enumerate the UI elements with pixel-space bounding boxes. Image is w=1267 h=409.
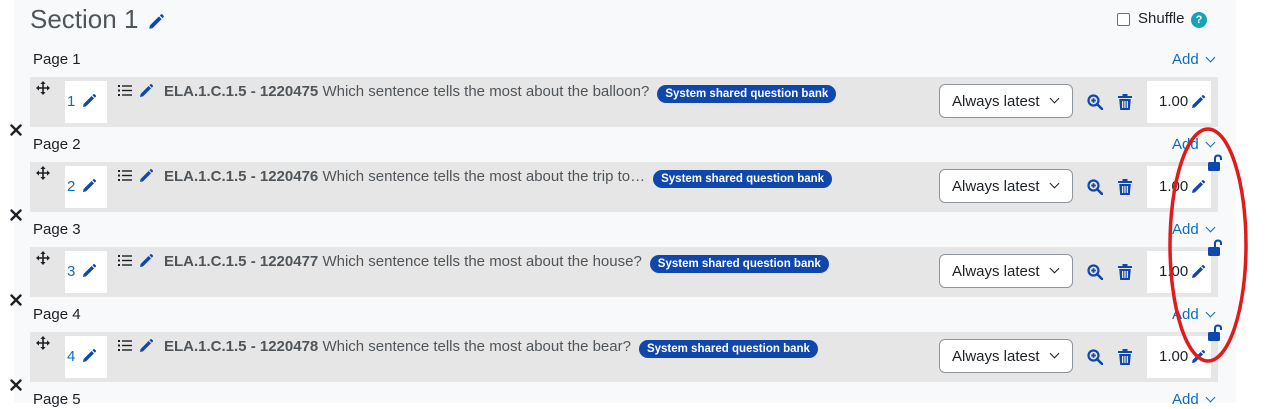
move-icon[interactable] (36, 251, 50, 265)
question-bank-badge: System shared question bank (649, 255, 829, 273)
version-select[interactable]: Always latest (939, 169, 1073, 203)
question-code: ELA.1.C.1.5 - 1220475 (164, 83, 319, 100)
trash-icon[interactable] (1118, 179, 1132, 195)
edit-question-icon[interactable] (138, 253, 154, 269)
page-label: Page 2 (33, 136, 81, 153)
question-text[interactable]: ELA.1.C.1.5 - 1220477 Which sentence tel… (164, 253, 642, 271)
section-title: Section 1 (30, 4, 139, 34)
list-icon (118, 340, 132, 351)
list-icon (118, 255, 132, 266)
add-menu-label: Add (1172, 51, 1199, 68)
edit-max-mark-icon[interactable] (1190, 94, 1206, 110)
list-icon (118, 170, 132, 181)
preview-icon[interactable] (1087, 94, 1103, 110)
remove-page-break-icon[interactable] (10, 124, 22, 136)
preview-icon[interactable] (1087, 264, 1103, 280)
version-select[interactable]: Always latest (939, 254, 1073, 288)
add-menu-label: Add (1172, 391, 1199, 408)
red-annotation-ellipse (1168, 127, 1248, 363)
edit-question-icon[interactable] (138, 168, 154, 184)
question-name: Which sentence tells the most about the … (322, 168, 646, 185)
chevron-down-icon (1049, 93, 1060, 104)
question-name: Which sentence tells the most about the … (322, 338, 631, 355)
trash-icon[interactable] (1118, 349, 1132, 365)
question-name: Which sentence tells the most about the … (322, 253, 642, 270)
move-icon[interactable] (36, 336, 50, 350)
version-select-value: Always latest (952, 263, 1040, 280)
remove-page-break-icon[interactable] (10, 209, 22, 221)
trash-icon[interactable] (1118, 264, 1132, 280)
edit-section-title-icon[interactable] (147, 13, 165, 31)
edit-slot-number-icon[interactable] (81, 93, 97, 109)
chevron-down-icon (1205, 52, 1216, 63)
preview-icon[interactable] (1087, 349, 1103, 365)
shuffle-label: Shuffle (1138, 10, 1185, 27)
edit-slot-number-icon[interactable] (81, 263, 97, 279)
version-select-value: Always latest (952, 348, 1040, 365)
question-code: ELA.1.C.1.5 - 1220476 (164, 168, 319, 185)
list-icon (118, 85, 132, 96)
question-bank-badge: System shared question bank (638, 340, 818, 358)
version-select-value: Always latest (952, 178, 1040, 195)
add-menu-link[interactable]: Add (1172, 51, 1216, 69)
page-label: Page 1 (33, 51, 81, 68)
slot-number: 1 (67, 93, 76, 110)
version-select-value: Always latest (952, 93, 1040, 110)
preview-icon[interactable] (1087, 179, 1103, 195)
edit-question-icon[interactable] (138, 338, 154, 354)
version-select[interactable]: Always latest (939, 339, 1073, 373)
slot-number: 4 (67, 348, 76, 365)
trash-icon[interactable] (1118, 94, 1132, 110)
chevron-down-icon (1049, 178, 1060, 189)
max-mark-value: 1.00 (1159, 93, 1189, 110)
shuffle-checkbox[interactable] (1117, 13, 1130, 26)
question-name: Which sentence tells the most about the … (322, 83, 650, 100)
chevron-down-icon (1049, 263, 1060, 274)
question-code: ELA.1.C.1.5 - 1220477 (164, 253, 319, 270)
slot-number: 3 (67, 263, 76, 280)
question-bank-badge: System shared question bank (657, 85, 837, 103)
edit-question-icon[interactable] (138, 83, 154, 99)
question-text[interactable]: ELA.1.C.1.5 - 1220478 Which sentence tel… (164, 338, 631, 356)
max-mark-box[interactable]: 1.00 (1147, 81, 1211, 123)
question-bank-badge: System shared question bank (653, 170, 833, 188)
chevron-down-icon (1049, 348, 1060, 359)
move-icon[interactable] (36, 81, 50, 95)
page-label: Page 3 (33, 221, 81, 238)
version-select[interactable]: Always latest (939, 84, 1073, 118)
question-text[interactable]: ELA.1.C.1.5 - 1220475 Which sentence tel… (164, 83, 649, 101)
help-icon[interactable]: ? (1191, 12, 1207, 28)
page-label: Page 5 (33, 391, 81, 408)
add-menu-link[interactable]: Add (1172, 391, 1216, 409)
remove-page-break-icon[interactable] (10, 379, 22, 391)
slot-number: 2 (67, 178, 76, 195)
edit-slot-number-icon[interactable] (81, 348, 97, 364)
edit-slot-number-icon[interactable] (81, 178, 97, 194)
page-label: Page 4 (33, 306, 81, 323)
chevron-down-icon (1205, 392, 1216, 403)
question-code: ELA.1.C.1.5 - 1220478 (164, 338, 319, 355)
move-icon[interactable] (36, 166, 50, 180)
remove-page-break-icon[interactable] (10, 294, 22, 306)
question-text[interactable]: ELA.1.C.1.5 - 1220476 Which sentence tel… (164, 168, 645, 186)
